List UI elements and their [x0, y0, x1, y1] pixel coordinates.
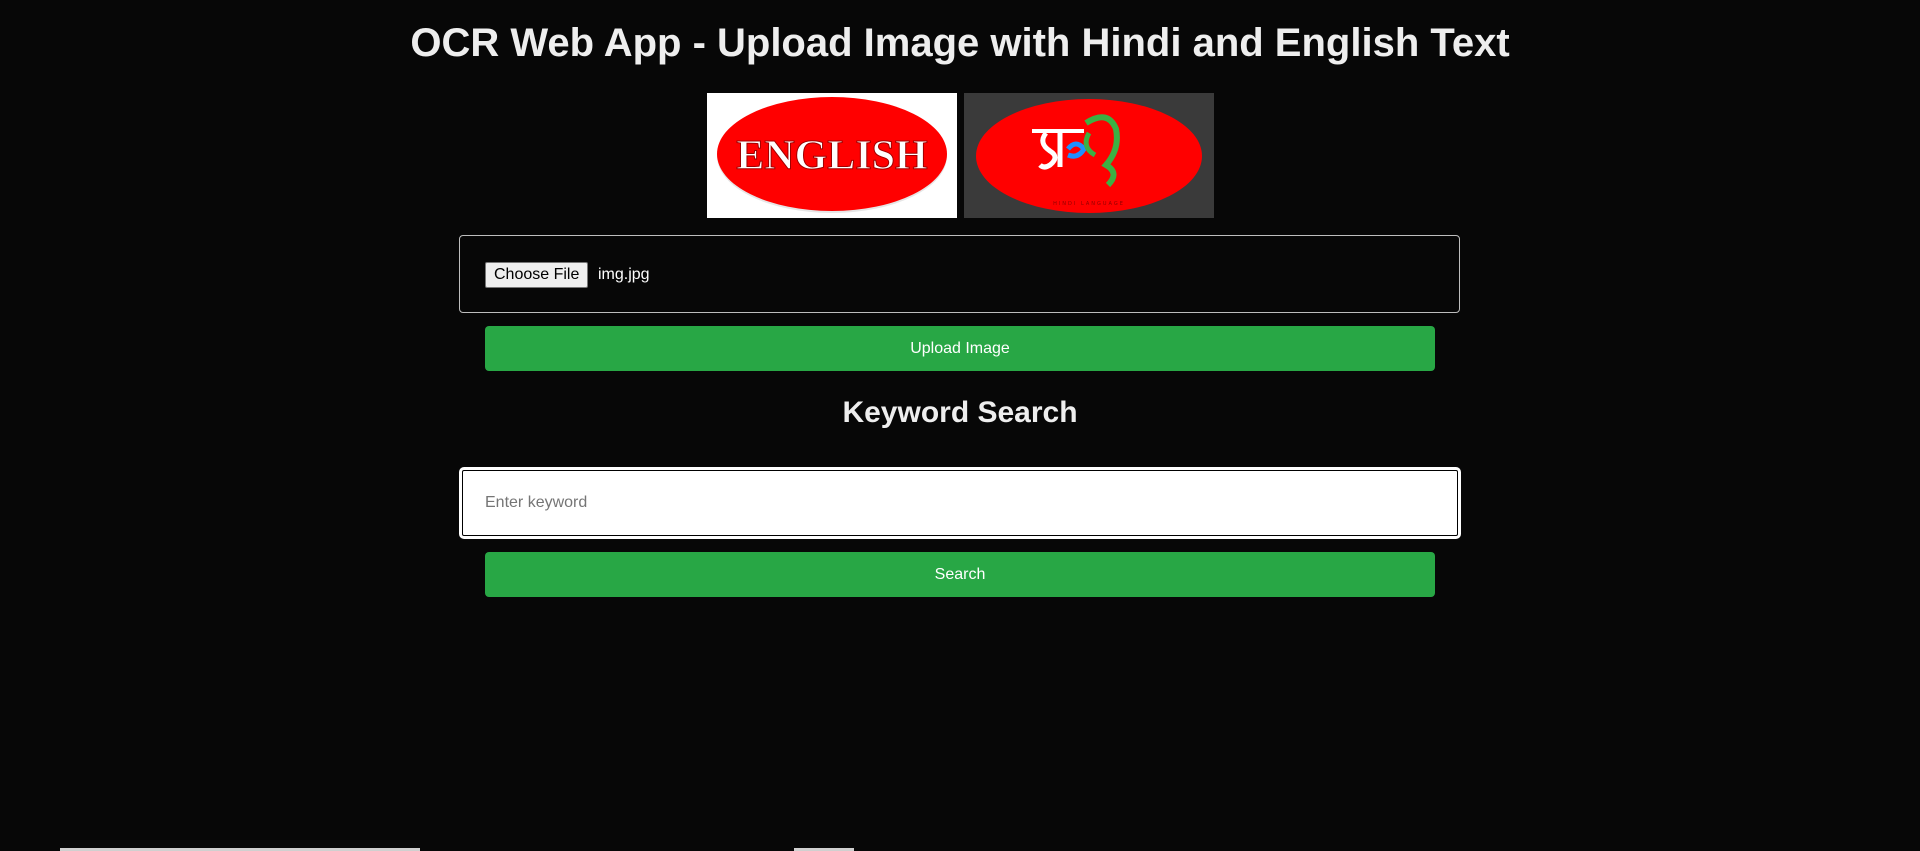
page-title: OCR Web App - Upload Image with Hindi an…: [410, 21, 1510, 65]
page: OCR Web App - Upload Image with Hindi an…: [0, 0, 1920, 851]
english-badge-image: ENGLISH: [707, 93, 957, 218]
file-upload-box: Choose File img.jpg: [459, 235, 1460, 313]
search-button[interactable]: Search: [485, 552, 1435, 597]
hindi-badge-image: HINDI LANGUAGE: [964, 93, 1214, 218]
keyword-input[interactable]: [459, 467, 1461, 539]
selected-file-name: img.jpg: [598, 266, 650, 283]
upload-image-button[interactable]: Upload Image: [485, 326, 1435, 371]
english-badge-text: ENGLISH: [736, 133, 927, 179]
language-badges: ENGLISH HINDI LANGUAGE: [707, 93, 1214, 218]
svg-text:HINDI LANGUAGE: HINDI LANGUAGE: [1053, 201, 1125, 207]
choose-file-button[interactable]: Choose File: [485, 262, 589, 288]
keyword-search-heading: Keyword Search: [842, 396, 1078, 429]
